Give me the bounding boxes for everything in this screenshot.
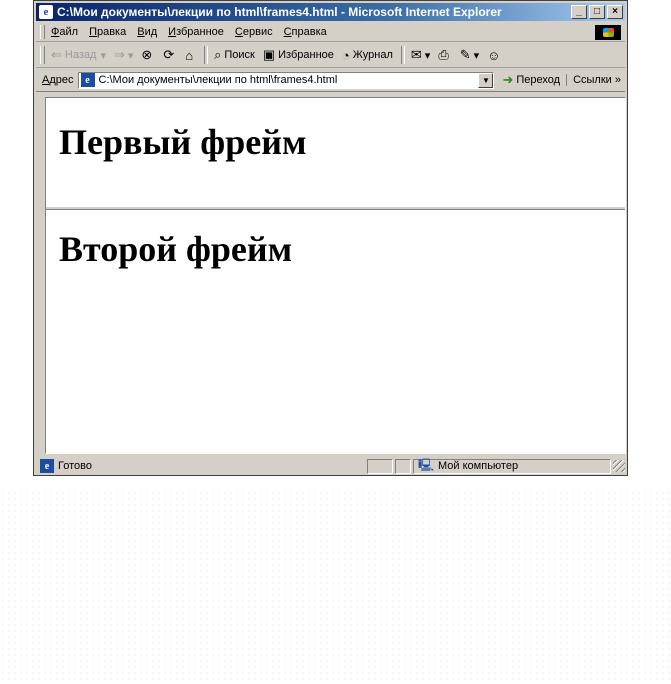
address-dropdown-button[interactable]: ▼ <box>478 72 494 88</box>
resize-grip[interactable] <box>613 460 625 472</box>
address-label: Адрес <box>42 74 74 86</box>
forward-arrow-icon: ⇒ <box>113 47 125 62</box>
search-label: Поиск <box>224 49 255 61</box>
zone-label: Мой компьютер <box>438 460 519 472</box>
favorites-icon: ▣ <box>262 47 276 62</box>
window-title: C:\Мои документы\лекции по html\frames4.… <box>57 5 502 19</box>
stop-button[interactable]: ⊗ <box>141 47 155 63</box>
address-value[interactable]: C:\Мои документы\лекции по html\frames4.… <box>99 74 479 86</box>
page-content: Первый фрейм Второй фрейм <box>45 97 626 454</box>
close-button[interactable]: × <box>607 5 623 19</box>
search-button[interactable]: ⌕ Поиск <box>214 47 255 63</box>
go-arrow-icon: ➜ <box>502 72 514 87</box>
toolbar-grip[interactable] <box>40 25 45 39</box>
back-arrow-icon: ⇐ <box>51 47 62 62</box>
background-area <box>0 490 671 684</box>
mail-icon: ✉ <box>410 47 422 62</box>
maximize-button[interactable]: □ <box>589 5 605 19</box>
messenger-icon: ☺ <box>487 47 501 63</box>
menu-favorites[interactable]: Избранное <box>168 26 224 38</box>
toolbar-grip[interactable] <box>40 46 45 64</box>
history-icon: ◔ <box>341 47 350 63</box>
status-pane <box>395 458 411 474</box>
address-input[interactable]: e C:\Мои документы\лекции по html\frames… <box>77 71 495 89</box>
print-button[interactable]: ⎙ <box>438 47 451 63</box>
ie-icon: e <box>39 5 53 19</box>
chevron-down-icon: ▾ <box>100 49 106 62</box>
refresh-icon: ⟳ <box>163 47 175 62</box>
status-pane <box>367 458 393 474</box>
print-icon: ⎙ <box>438 47 449 62</box>
windows-logo-icon <box>595 24 621 40</box>
page-icon: e <box>80 73 95 87</box>
mail-button[interactable]: ✉ ▾ <box>411 47 430 63</box>
toolbar-separator <box>400 46 405 64</box>
title-bar[interactable]: e C:\Мои документы\лекции по html\frames… <box>36 3 625 21</box>
browser-window: e C:\Мои документы\лекции по html\frames… <box>33 0 628 476</box>
toolbar-separator <box>204 46 209 64</box>
address-bar: Адрес e C:\Мои документы\лекции по html\… <box>36 69 625 92</box>
minimize-button[interactable]: _ <box>571 5 587 19</box>
stop-icon: ⊗ <box>141 47 153 62</box>
first-frame-heading: Первый фрейм <box>59 122 307 162</box>
favorites-button[interactable]: ▣ Избранное <box>263 47 334 63</box>
chevron-down-icon: ▾ <box>127 49 134 62</box>
home-icon: ⌂ <box>185 47 194 63</box>
status-text: Готово <box>58 460 92 472</box>
messenger-button[interactable]: ☺ <box>487 48 503 63</box>
zone-pane: 🖳 Мой компьютер <box>413 457 611 474</box>
chevron-down-icon: ▾ <box>424 49 431 62</box>
forward-button[interactable]: ⇒ ▾ <box>114 47 133 63</box>
menu-file[interactable]: Файл <box>51 26 78 38</box>
page-icon: e <box>40 459 54 473</box>
menu-tools[interactable]: Сервис <box>235 26 273 38</box>
menu-edit[interactable]: Правка <box>89 26 126 38</box>
edit-button[interactable]: ✎ ▾ <box>460 47 479 63</box>
first-frame: Первый фрейм <box>46 98 625 206</box>
links-label: Ссылки <box>573 74 612 86</box>
history-label: Журнал <box>352 49 393 61</box>
go-label: Переход <box>516 74 561 86</box>
home-button[interactable]: ⌂ <box>185 48 196 63</box>
back-button[interactable]: ⇐ Назад ▾ <box>51 47 106 63</box>
menu-bar: Файл Правка Вид Избранное Сервис Справка <box>36 23 625 42</box>
status-bar: e Готово 🖳 Мой компьютер <box>36 457 625 475</box>
computer-icon: 🖳 <box>418 457 435 472</box>
menu-view[interactable]: Вид <box>137 26 157 38</box>
second-frame-heading: Второй фрейм <box>59 229 293 269</box>
standard-toolbar: ⇐ Назад ▾ ⇒ ▾ ⊗ ⟳ ⌂ ⌕ Поиск ▣ Избранное … <box>36 43 625 68</box>
menu-help[interactable]: Справка <box>284 26 327 38</box>
refresh-button[interactable]: ⟳ <box>163 47 177 63</box>
chevron-down-icon: ▾ <box>473 49 480 62</box>
edit-icon: ✎ <box>459 47 471 62</box>
history-button[interactable]: ◔ Журнал <box>342 48 393 63</box>
go-button[interactable]: ➜ Переход <box>502 72 560 88</box>
back-label: Назад <box>64 49 97 61</box>
chevron-right-icon: » <box>614 74 621 86</box>
second-frame: Второй фрейм <box>46 210 625 453</box>
favorites-label: Избранное <box>278 49 334 61</box>
search-icon: ⌕ <box>214 47 222 62</box>
links-button[interactable]: Ссылки » <box>566 74 621 86</box>
